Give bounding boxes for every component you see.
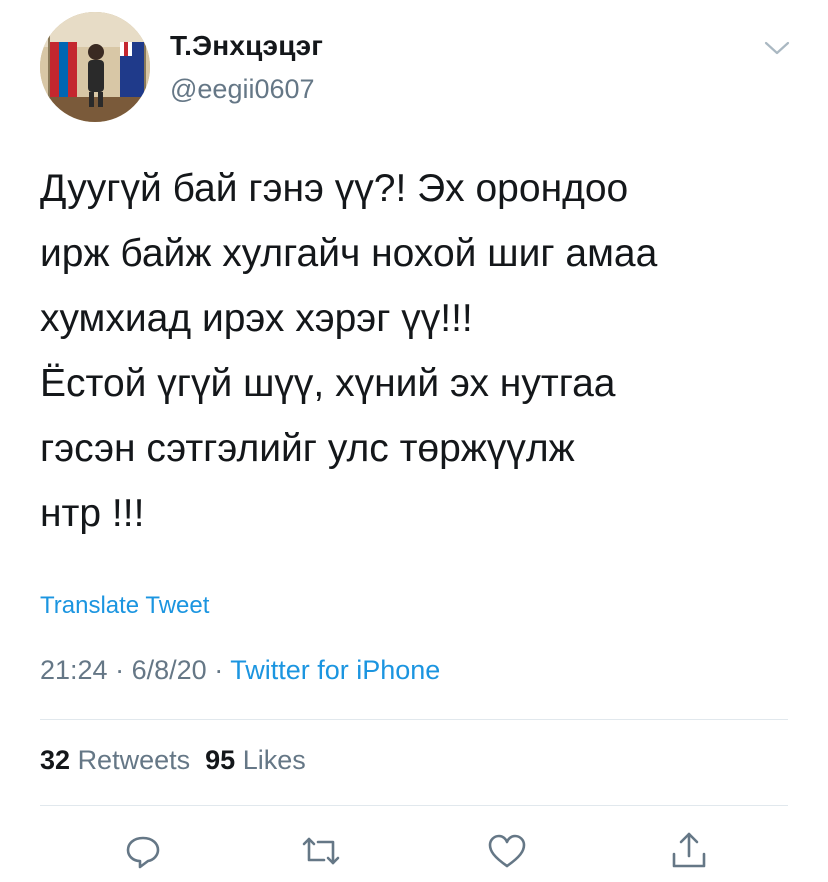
retweets-stat[interactable]: 32 Retweets xyxy=(40,745,190,775)
retweets-count: 32 xyxy=(40,745,71,775)
share-icon[interactable] xyxy=(664,826,714,876)
chevron-down-icon[interactable] xyxy=(762,38,792,58)
likes-label: Likes xyxy=(242,745,306,775)
divider xyxy=(40,805,788,806)
avatar[interactable] xyxy=(40,12,150,122)
divider xyxy=(40,719,788,720)
likes-count: 95 xyxy=(205,745,236,775)
tweet-date: 6/8/20 xyxy=(131,655,207,685)
meta-separator: · xyxy=(115,655,125,685)
avatar-photo xyxy=(40,12,150,122)
tweet-meta: 21:24 · 6/8/20 · Twitter for iPhone xyxy=(40,655,440,686)
tweet-stats: 32 Retweets 95 Likes xyxy=(40,745,306,776)
heart-icon[interactable] xyxy=(482,826,532,876)
reply-icon[interactable] xyxy=(118,826,168,876)
user-handle[interactable]: @eegii0607 xyxy=(170,74,315,105)
tweet-actions xyxy=(0,826,828,876)
tweet-text: Дуугүй бай гэнэ үү?! Эх орондоо ирж байж… xyxy=(40,167,658,535)
display-name[interactable]: Т.Энхцэцэг xyxy=(170,30,323,62)
retweets-label: Retweets xyxy=(77,745,191,775)
tweet-time: 21:24 xyxy=(40,655,108,685)
tweet-source-link[interactable]: Twitter for iPhone xyxy=(230,655,440,685)
translate-tweet-link[interactable]: Translate Tweet xyxy=(40,592,209,620)
likes-stat[interactable]: 95 Likes xyxy=(205,745,306,775)
meta-separator: · xyxy=(214,655,224,685)
retweet-icon[interactable] xyxy=(296,826,346,876)
